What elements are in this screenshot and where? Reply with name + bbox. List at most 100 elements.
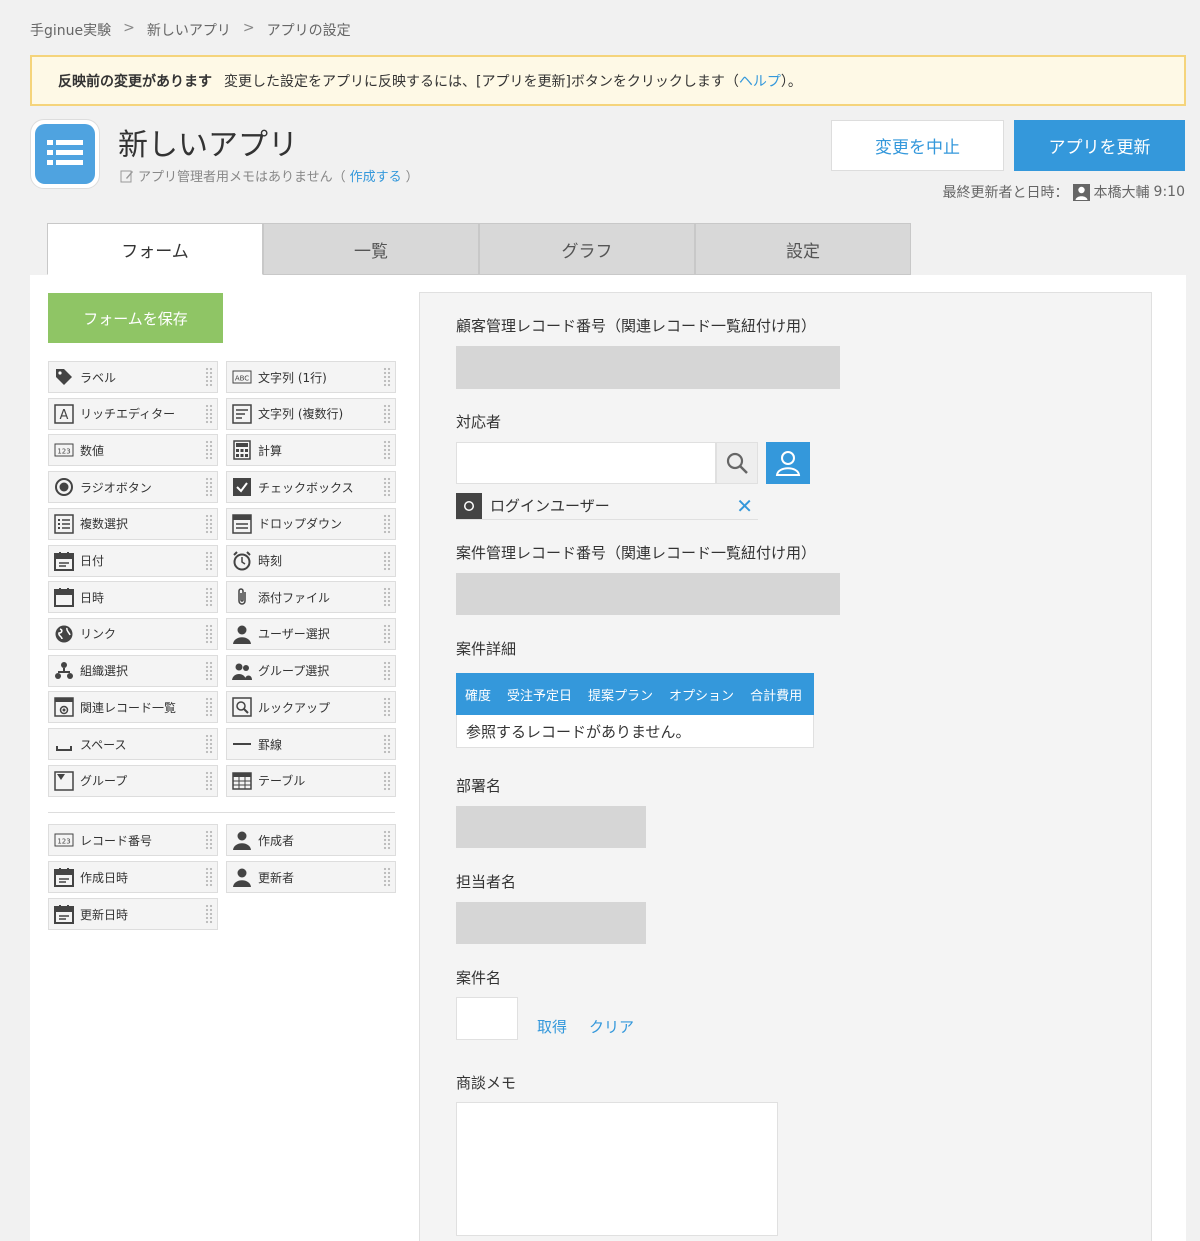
drag-handle-icon[interactable]	[383, 697, 391, 718]
drag-handle-icon[interactable]	[383, 550, 391, 571]
drag-handle-icon[interactable]	[205, 660, 213, 681]
drag-handle-icon[interactable]	[383, 440, 391, 461]
palette-item[interactable]: 作成者	[226, 824, 396, 856]
tab-form[interactable]: フォーム	[47, 223, 263, 275]
palette-item[interactable]: 123 数値	[48, 434, 218, 467]
drag-handle-icon[interactable]	[205, 477, 213, 498]
palette-item[interactable]: 添付ファイル	[226, 581, 396, 614]
drag-handle-icon[interactable]	[383, 734, 391, 754]
palette-item[interactable]: ルックアップ	[226, 691, 396, 724]
palette-item[interactable]: スペース	[48, 728, 218, 760]
help-link[interactable]: ヘルプ	[739, 71, 781, 91]
palette-item[interactable]: ドロップダウン	[226, 507, 396, 540]
drag-handle-icon[interactable]	[383, 477, 391, 498]
search-button[interactable]	[716, 442, 758, 484]
palette-item[interactable]: チェックボックス	[226, 471, 396, 504]
customer-record-field[interactable]	[456, 346, 840, 389]
responder-input[interactable]	[456, 442, 716, 484]
palette-item[interactable]: 更新者	[226, 861, 396, 893]
drag-handle-icon[interactable]	[205, 734, 213, 754]
palette-item-label: 数値	[80, 443, 105, 458]
drag-handle-icon[interactable]	[383, 770, 391, 791]
palette-item[interactable]: 更新日時	[48, 898, 218, 930]
palette-item-label: 添付ファイル	[258, 590, 331, 605]
drag-handle-icon[interactable]	[383, 513, 391, 534]
palette-item-label: グループ	[80, 774, 128, 789]
drag-handle-icon[interactable]	[205, 867, 213, 887]
palette-item[interactable]: ABC 文字列 (1行)	[226, 361, 396, 393]
create-memo-link[interactable]: 作成する	[350, 166, 402, 185]
update-app-button[interactable]: アプリを更新	[1014, 120, 1185, 171]
palette-divider	[48, 812, 395, 813]
drag-handle-icon[interactable]	[205, 623, 213, 644]
project-name-input[interactable]	[456, 997, 518, 1040]
drag-handle-icon[interactable]	[205, 513, 213, 534]
paperclip-icon	[232, 587, 252, 607]
palette-item[interactable]: リンク	[48, 617, 218, 650]
cancel-changes-button[interactable]: 変更を中止	[831, 120, 1004, 171]
customer-record-label: 顧客管理レコード番号（関連レコード一覧紐付け用）	[456, 317, 817, 335]
column-header: 合計費用	[750, 688, 803, 704]
drag-handle-icon[interactable]	[205, 830, 213, 850]
palette-item[interactable]: 日付	[48, 544, 218, 577]
drag-handle-icon[interactable]	[205, 440, 213, 461]
palette-item[interactable]: 計算	[226, 434, 396, 467]
palette-item-label: 更新日時	[80, 907, 129, 922]
palette-item[interactable]: グループ選択	[226, 654, 396, 687]
login-user-icon	[456, 492, 482, 519]
breadcrumb-item-space[interactable]: 手ginue実験	[30, 20, 111, 40]
palette-item-label: リッチエディター	[80, 407, 176, 422]
last-updated: 最終更新者と日時： 本橋大輔 9:10	[943, 182, 1185, 202]
selected-login-user: ログインユーザー ✕	[456, 492, 758, 520]
palette-item[interactable]: 罫線	[226, 728, 396, 760]
drag-handle-icon[interactable]	[383, 403, 391, 424]
project-detail-table[interactable]: 確度 受注予定日 提案プラン オプション 合計費用 参照するレコードがありません…	[456, 673, 814, 748]
tab-graph[interactable]: グラフ	[479, 223, 695, 275]
drag-handle-icon[interactable]	[383, 830, 391, 850]
department-field[interactable]	[456, 806, 646, 848]
palette-item[interactable]: グループ	[48, 764, 218, 797]
project-record-field[interactable]	[456, 573, 840, 615]
palette-item[interactable]: 時刻	[226, 544, 396, 577]
palette-item[interactable]: 作成日時	[48, 861, 218, 893]
drag-handle-icon[interactable]	[383, 623, 391, 644]
person-field[interactable]	[456, 902, 646, 944]
save-form-button[interactable]: フォームを保存	[48, 293, 223, 343]
memo-textarea[interactable]	[456, 1102, 778, 1236]
palette-item[interactable]: 関連レコード一覧	[48, 691, 218, 724]
palette-item[interactable]: 組織選択	[48, 654, 218, 687]
palette-item[interactable]: 日時	[48, 581, 218, 614]
fetch-link[interactable]: 取得	[537, 1016, 567, 1037]
clock-icon	[232, 550, 252, 571]
drag-handle-icon[interactable]	[205, 770, 213, 791]
abc-icon: ABC	[232, 367, 252, 387]
tab-settings[interactable]: 設定	[695, 223, 911, 275]
palette-item[interactable]: A リッチエディター	[48, 397, 218, 430]
close-icon[interactable]: ✕	[736, 496, 753, 516]
palette-item[interactable]: 文字列 (複数行)	[226, 397, 396, 430]
select-user-button[interactable]	[766, 442, 810, 484]
drag-handle-icon[interactable]	[383, 867, 391, 887]
palette-item[interactable]: ユーザー選択	[226, 617, 396, 650]
drag-handle-icon[interactable]	[205, 403, 213, 424]
drag-handle-icon[interactable]	[205, 697, 213, 718]
palette-item[interactable]: 複数選択	[48, 507, 218, 540]
palette-item[interactable]: 123 レコード番号	[48, 824, 218, 856]
drag-handle-icon[interactable]	[205, 904, 213, 924]
tab-list[interactable]: 一覧	[263, 223, 479, 275]
drag-handle-icon[interactable]	[383, 367, 391, 387]
last-updated-user[interactable]: 本橋大輔	[1094, 182, 1150, 202]
clear-link[interactable]: クリア	[589, 1016, 634, 1037]
form-layout-area[interactable]	[419, 292, 1152, 1241]
drag-handle-icon[interactable]	[205, 587, 213, 608]
drag-handle-icon[interactable]	[383, 660, 391, 681]
drag-handle-icon[interactable]	[205, 367, 213, 387]
palette-item[interactable]: テーブル	[226, 764, 396, 797]
drag-handle-icon[interactable]	[205, 550, 213, 571]
palette-item-label: 文字列 (1行)	[258, 370, 327, 385]
palette-item[interactable]: ラベル	[48, 361, 218, 393]
palette-item[interactable]: ラジオボタン	[48, 471, 218, 504]
globe-icon	[54, 624, 74, 644]
breadcrumb-item-app[interactable]: 新しいアプリ	[147, 20, 231, 40]
drag-handle-icon[interactable]	[383, 587, 391, 608]
